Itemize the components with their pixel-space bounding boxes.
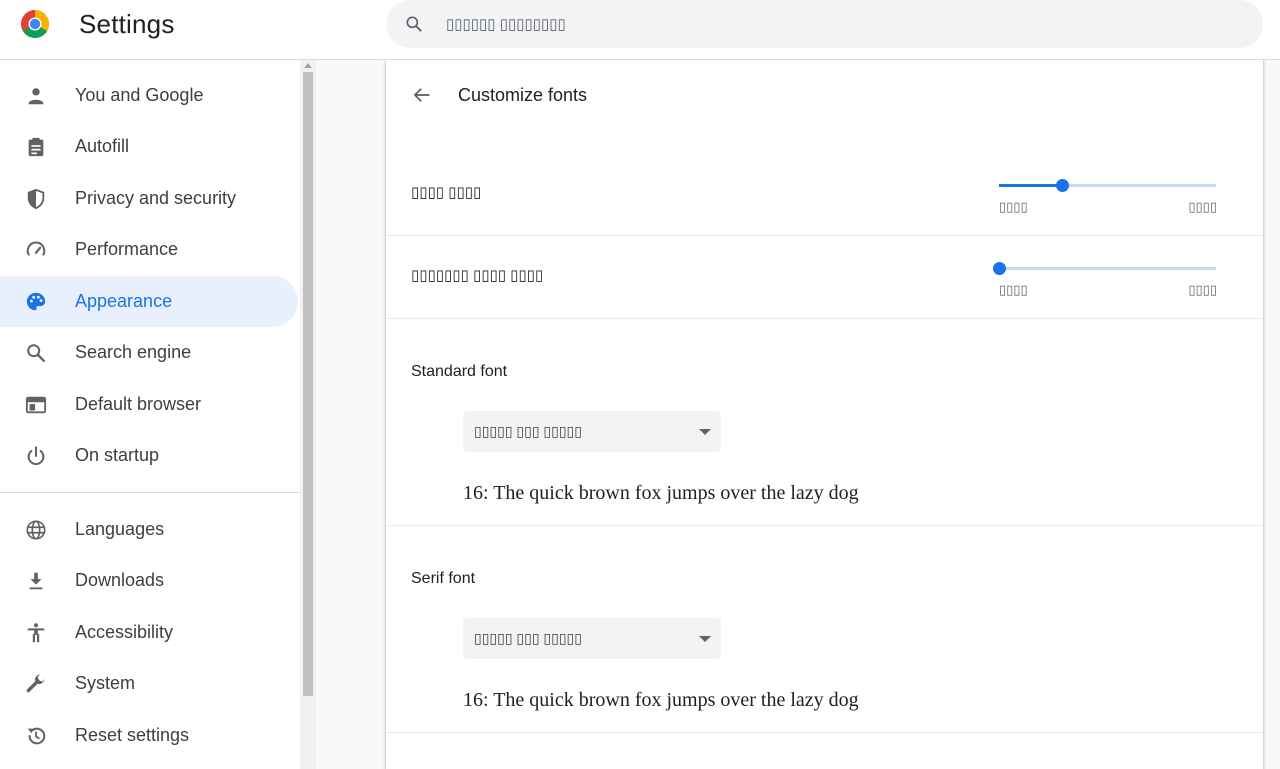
download-icon (24, 569, 48, 593)
power-icon (24, 444, 48, 468)
chrome-logo-icon (21, 10, 49, 38)
sidebar-item-reset-settings[interactable]: Reset settings (0, 710, 298, 761)
person-icon (24, 84, 48, 108)
sidebar-item-accessibility[interactable]: Accessibility (0, 607, 298, 658)
sidebar-item-system[interactable]: System (0, 658, 298, 709)
sidebar-item-autofill[interactable]: Autofill (0, 121, 298, 172)
sidebar-item-label: Autofill (75, 136, 130, 156)
sidebar-item-label: Downloads (75, 570, 165, 590)
font-size-label: ▯▯▯▯ ▯▯▯▯ (411, 184, 482, 201)
row-divider (386, 318, 1263, 319)
slider-min-label: ▯▯▯▯ (999, 282, 1028, 297)
sidebar-scrollbar[interactable] (300, 60, 316, 769)
sidebar-item-label: Performance (75, 239, 179, 259)
row-divider (386, 732, 1263, 733)
sidebar-item-appearance[interactable]: Appearance (0, 276, 298, 327)
select-value: ▯▯▯▯▯ ▯▯▯ ▯▯▯▯▯ (474, 423, 582, 439)
shield-icon (24, 187, 48, 211)
sidebar-item-privacy[interactable]: Privacy and security (0, 173, 298, 224)
slider-min-label: ▯▯▯▯ (999, 199, 1028, 214)
sidebar-item-label: Default browser (75, 394, 202, 414)
sidebar-item-languages[interactable]: Languages (0, 504, 298, 555)
sidebar-item-search-engine[interactable]: Search engine (0, 327, 298, 378)
accessibility-icon (24, 621, 48, 645)
slider-knob[interactable] (993, 262, 1006, 275)
speedometer-icon (24, 238, 48, 262)
globe-icon (24, 518, 48, 542)
search-input[interactable] (444, 14, 1224, 34)
standard-font-title: Standard font (411, 363, 508, 380)
arrow-back-icon (413, 88, 430, 102)
search-icon (24, 341, 48, 365)
browser-icon (24, 393, 48, 417)
font-size-slider[interactable]: ▯▯▯▯ ▯▯▯▯ (999, 173, 1217, 214)
sidebar-item-label: Languages (75, 519, 165, 539)
back-button[interactable] (410, 83, 434, 107)
top-bar: Settings (0, 0, 1280, 60)
serif-font-select[interactable]: ▯▯▯▯▯ ▯▯▯ ▯▯▯▯▯ (463, 618, 721, 659)
sidebar-item-label: Accessibility (75, 622, 174, 642)
subpage-title: Customize fonts (458, 85, 588, 105)
serif-font-title: Serif font (411, 570, 476, 587)
customize-fonts-card: Customize fonts ▯▯▯▯ ▯▯▯▯ ▯▯▯▯ ▯▯▯▯ ▯▯▯▯… (386, 60, 1263, 769)
slider-track[interactable] (999, 267, 1216, 270)
wrench-icon (24, 672, 48, 696)
reset-icon (24, 724, 48, 748)
sidebar-item-label: Appearance (75, 291, 173, 311)
sidebar-item-label: Reset settings (75, 725, 190, 745)
slider-fill (999, 184, 1062, 187)
sidebar-item-on-startup[interactable]: On startup (0, 430, 298, 481)
row-divider (386, 525, 1263, 526)
sidebar-item-you-and-google[interactable]: You and Google (0, 70, 298, 121)
sidebar-item-downloads[interactable]: Downloads (0, 555, 298, 606)
sidebar-item-performance[interactable]: Performance (0, 224, 298, 275)
page-title: Settings (79, 9, 175, 39)
sidebar-item-default-browser[interactable]: Default browser (0, 379, 298, 430)
serif-font-sample: 16: The quick brown fox jumps over the l… (463, 689, 859, 711)
standard-font-sample: 16: The quick brown fox jumps over the l… (463, 482, 859, 504)
clipboard-icon (24, 135, 48, 159)
sidebar-item-label: Search engine (75, 342, 192, 362)
palette-icon (24, 290, 48, 314)
dropdown-arrow-icon (699, 428, 711, 435)
sidebar-item-label: Privacy and security (75, 188, 237, 208)
sidebar-item-label: You and Google (75, 85, 204, 105)
sidebar-item-label: On startup (75, 445, 160, 465)
slider-knob[interactable] (1056, 179, 1069, 192)
search-bar[interactable] (386, 0, 1263, 48)
scroll-thumb[interactable] (303, 72, 313, 696)
min-font-size-label: ▯▯▯▯▯▯▯ ▯▯▯▯ ▯▯▯▯ (411, 267, 544, 284)
standard-font-select[interactable]: ▯▯▯▯▯ ▯▯▯ ▯▯▯▯▯ (463, 411, 721, 452)
row-divider (386, 235, 1263, 236)
sidebar: You and Google Autofill Privacy and secu… (0, 60, 300, 769)
min-font-size-slider[interactable]: ▯▯▯▯ ▯▯▯▯ (993, 256, 1217, 297)
slider-max-label: ▯▯▯▯ (1188, 282, 1217, 297)
sidebar-item-label: System (75, 673, 136, 693)
sidebar-divider (0, 492, 300, 493)
slider-max-label: ▯▯▯▯ (1188, 199, 1217, 214)
select-value: ▯▯▯▯▯ ▯▯▯ ▯▯▯▯▯ (474, 630, 582, 646)
scroll-up-arrow-icon[interactable] (304, 63, 312, 68)
dropdown-arrow-icon (699, 635, 711, 642)
search-icon[interactable] (402, 12, 426, 36)
